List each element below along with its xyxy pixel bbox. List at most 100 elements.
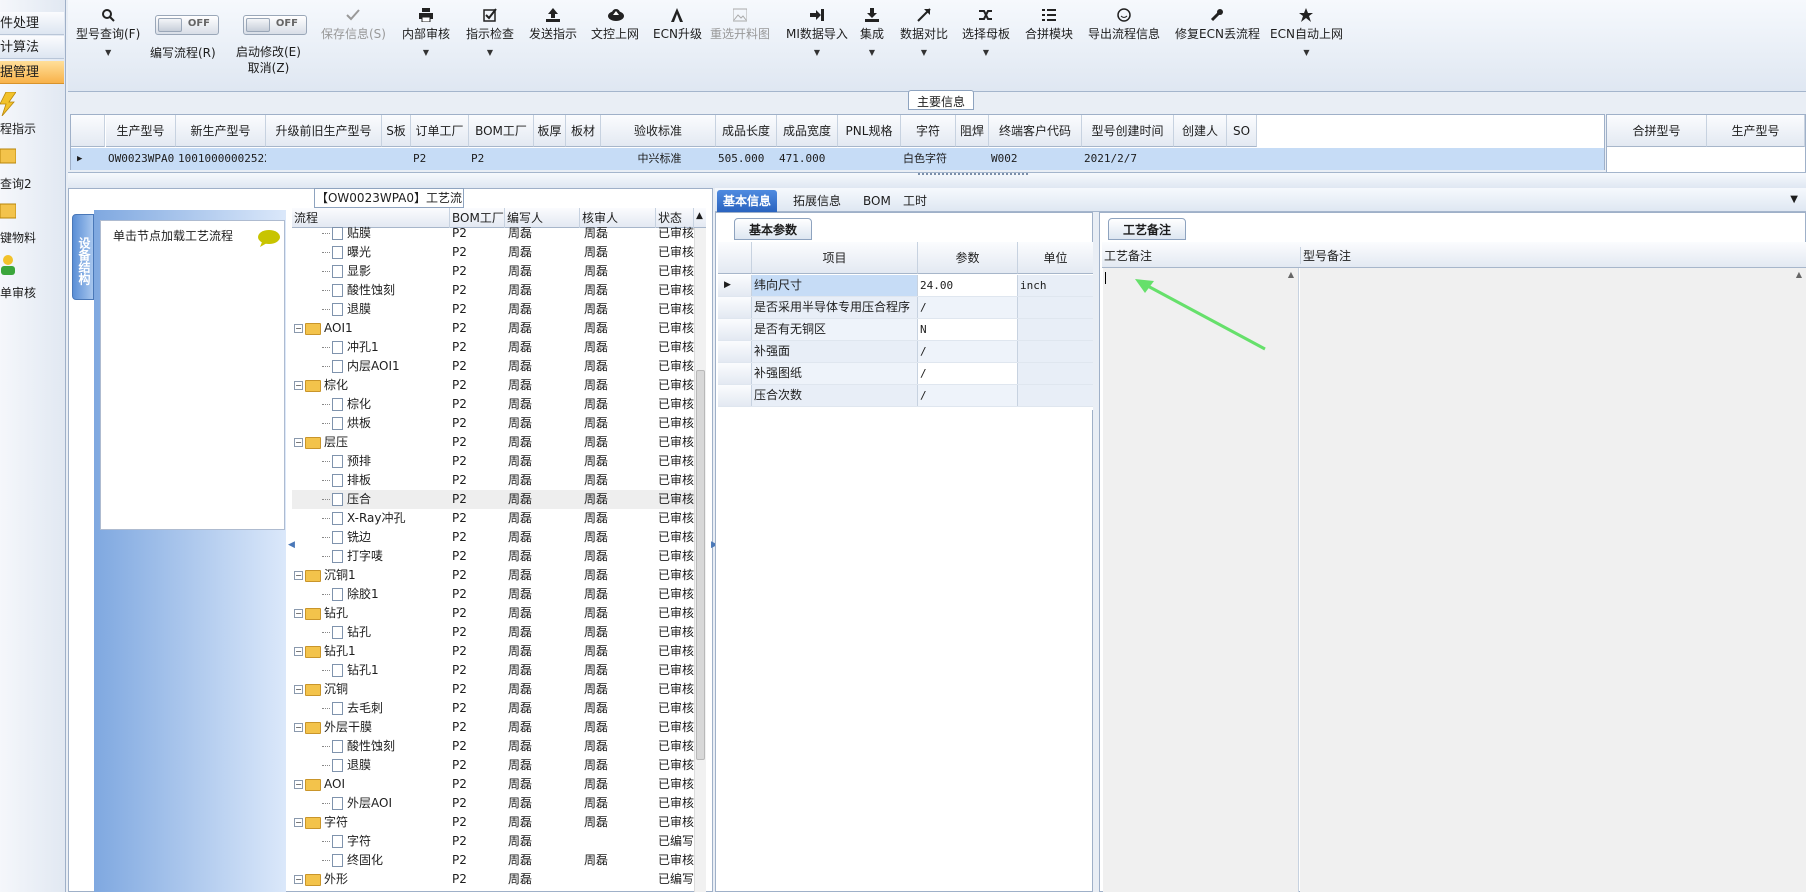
param-value-field[interactable]: 24.00	[918, 275, 1018, 296]
tree-node[interactable]: 酸性蚀刻	[316, 737, 450, 756]
col-header[interactable]: 阻焊	[956, 115, 989, 147]
tree-node[interactable]: 字符	[316, 832, 450, 851]
nav-item-key-material[interactable]: 键物料	[0, 229, 36, 246]
data-compare-button[interactable]: 数据对比 ▼	[900, 8, 948, 57]
collapse-toggle-icon[interactable]: −	[294, 381, 303, 390]
tree-row[interactable]: − 字符 P2 周磊 周磊 已审核	[292, 813, 694, 832]
tree-node[interactable]: 烘板	[316, 414, 450, 433]
collapse-toggle-icon[interactable]: −	[294, 875, 303, 884]
param-value-field[interactable]: /	[918, 385, 1018, 406]
col-header[interactable]: 新生产型号	[176, 115, 266, 147]
tree-row[interactable]: − 钻孔 P2 周磊 周磊 已审核	[292, 604, 694, 623]
col-header[interactable]: SO	[1227, 115, 1257, 147]
tree-row[interactable]: X-Ray冲孔 P2 周磊 周磊 已审核	[292, 509, 694, 528]
collapse-toggle-icon[interactable]: −	[294, 647, 303, 656]
col-header[interactable]: 型号创建时间	[1082, 115, 1174, 147]
merge-module-button[interactable]: 合拼模块	[1025, 8, 1073, 42]
integration-button[interactable]: 集成 ▼	[860, 8, 884, 57]
collapse-toggle-icon[interactable]: −	[294, 324, 303, 333]
tree-node[interactable]: − 字符	[294, 813, 450, 832]
scrollbar-thumb[interactable]	[696, 370, 705, 760]
tree-row[interactable]: 内层AOI1 P2 周磊 周磊 已审核	[292, 357, 694, 376]
chevron-down-icon[interactable]: ▼	[860, 48, 884, 57]
tree-node[interactable]: 冲孔1	[316, 338, 450, 357]
param-row[interactable]: 补强图纸 /	[718, 363, 1093, 385]
col-header[interactable]: S板	[382, 115, 411, 147]
param-row[interactable]: 是否采用半导体专用压合程序 /	[718, 297, 1093, 319]
nav-button-file[interactable]: 件处理	[0, 12, 64, 35]
splitter[interactable]	[68, 172, 1806, 188]
tree-row[interactable]: − 层压 P2 周磊 周磊 已审核	[292, 433, 694, 452]
col-header[interactable]: 生产型号	[106, 115, 176, 147]
col-header[interactable]: 成品宽度	[777, 115, 838, 147]
repair-ecn-flow-button[interactable]: 修复ECN丢流程	[1175, 8, 1260, 42]
tree-node[interactable]: 铣边	[316, 528, 450, 547]
tree-row[interactable]: 除胶1 P2 周磊 周磊 已审核	[292, 585, 694, 604]
param-value-field[interactable]: /	[918, 341, 1018, 362]
tree-row[interactable]: 预排 P2 周磊 周磊 已审核	[292, 452, 694, 471]
tabs-dropdown-icon[interactable]: ▼	[1790, 194, 1798, 205]
tree-node[interactable]: 曝光	[316, 243, 450, 262]
tree-row[interactable]: 显影 P2 周磊 周磊 已审核	[292, 262, 694, 281]
process-scrollbar[interactable]	[694, 228, 706, 892]
tree-node[interactable]: 排板	[316, 471, 450, 490]
tab-basic-info[interactable]: 基本信息	[717, 190, 778, 212]
tree-row[interactable]: 退膜 P2 周磊 周磊 已审核	[292, 300, 694, 319]
start-modify-toggle[interactable]: OFF	[243, 15, 307, 35]
ecn-upgrade-button[interactable]: ECN升级	[653, 8, 702, 42]
tree-node[interactable]: 显影	[316, 262, 450, 281]
tree-row[interactable]: − 棕化 P2 周磊 周磊 已审核	[292, 376, 694, 395]
instruction-check-button[interactable]: 指示检查 ▼	[466, 8, 514, 57]
nav-item-order-review[interactable]: 单审核	[0, 284, 36, 301]
param-value-field[interactable]: /	[918, 363, 1018, 384]
tree-row[interactable]: − 沉铜1 P2 周磊 周磊 已审核	[292, 566, 694, 585]
tree-node[interactable]: 钻孔	[316, 623, 450, 642]
scroll-up-icon[interactable]: ▲	[1796, 270, 1802, 279]
tree-row[interactable]: − AOI P2 周磊 周磊 已审核	[292, 775, 694, 794]
tree-node[interactable]: − AOI1	[294, 319, 450, 338]
tree-node[interactable]: − 棕化	[294, 376, 450, 395]
scroll-up-icon[interactable]: ▲	[696, 211, 703, 221]
col-header[interactable]: 验收标准	[601, 115, 716, 147]
col-header[interactable]: 升级前旧生产型号	[266, 115, 382, 147]
chevron-down-icon[interactable]: ▼	[786, 48, 848, 57]
tree-node[interactable]: 退膜	[316, 300, 450, 319]
tree-node[interactable]: 钻孔1	[316, 661, 450, 680]
tree-row[interactable]: 棕化 P2 周磊 周磊 已审核	[292, 395, 694, 414]
tree-row[interactable]: 酸性蚀刻 P2 周磊 周磊 已审核	[292, 737, 694, 756]
collapse-toggle-icon[interactable]: −	[294, 571, 303, 580]
col-header[interactable]: 板材	[566, 115, 601, 147]
collapse-toggle-icon[interactable]: −	[294, 780, 303, 789]
tree-row[interactable]: 打字唛 P2 周磊 周磊 已审核	[292, 547, 694, 566]
param-row[interactable]: 补强面 /	[718, 341, 1093, 363]
col-header[interactable]: BOM工厂	[469, 115, 534, 147]
tree-row[interactable]: 铣边 P2 周磊 周磊 已审核	[292, 528, 694, 547]
tree-row[interactable]: − AOI1 P2 周磊 周磊 已审核	[292, 319, 694, 338]
tree-node[interactable]: 去毛刺	[316, 699, 450, 718]
tree-row[interactable]: 钻孔 P2 周磊 周磊 已审核	[292, 623, 694, 642]
process-notes-input[interactable]: ▲	[1103, 268, 1299, 892]
doc-control-online-button[interactable]: 文控上网	[591, 8, 639, 42]
collapse-toggle-icon[interactable]: −	[294, 609, 303, 618]
tree-node[interactable]: 贴膜	[316, 224, 450, 243]
collapse-toggle-icon[interactable]: −	[294, 723, 303, 732]
chevron-down-icon[interactable]: ▼	[900, 48, 948, 57]
collapse-left-handle[interactable]: ◀	[288, 540, 295, 550]
tree-row[interactable]: 曝光 P2 周磊 周磊 已审核	[292, 243, 694, 262]
internal-review-button[interactable]: 内部审核 ▼	[402, 8, 450, 57]
chevron-down-icon[interactable]: ▼	[76, 48, 140, 57]
nav-button-algorithm[interactable]: 计算法	[0, 36, 64, 59]
scroll-up-icon[interactable]: ▲	[1288, 270, 1294, 279]
write-flow-toggle[interactable]: OFF	[155, 15, 219, 35]
tree-node[interactable]: − 外形	[294, 870, 450, 889]
tree-node[interactable]: 内层AOI1	[316, 357, 450, 376]
param-row[interactable]: 是否有无铜区 N	[718, 319, 1093, 341]
tab-process-notes[interactable]: 工艺备注	[1108, 218, 1187, 240]
tree-node[interactable]: 终固化	[316, 851, 450, 870]
tree-node[interactable]: − 钻孔	[294, 604, 450, 623]
ecn-auto-online-button[interactable]: ECN自动上网 ▼	[1270, 8, 1343, 57]
tree-row[interactable]: 去毛刺 P2 周磊 周磊 已审核	[292, 699, 694, 718]
model-query-button[interactable]: 型号查询(F) ▼	[76, 8, 140, 57]
col-header[interactable]: 创建人	[1174, 115, 1227, 147]
chevron-down-icon[interactable]: ▼	[466, 48, 514, 57]
